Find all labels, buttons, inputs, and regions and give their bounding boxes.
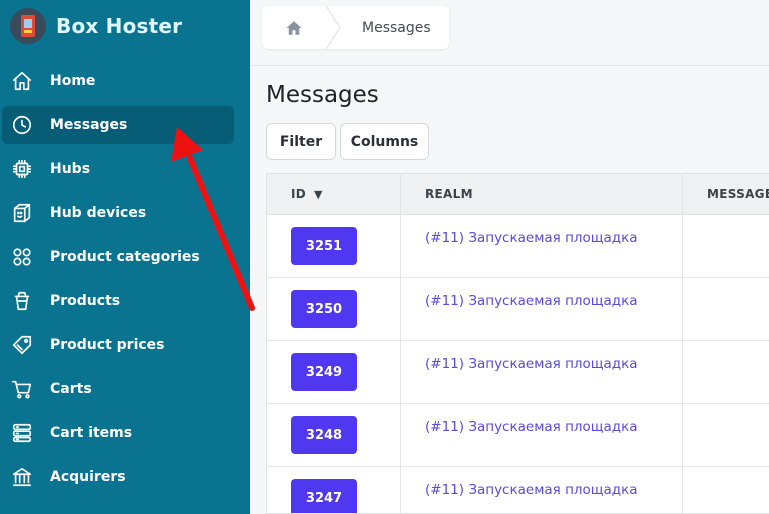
columns-button[interactable]: Columns xyxy=(340,123,429,160)
realm-link[interactable]: (#11) Запускаемая площадка xyxy=(425,356,638,372)
table-row: 3250 (#11) Запускаемая площадка xyxy=(267,278,769,341)
sidebar-item-label: Hubs xyxy=(50,161,91,177)
sidebar: Box Hoster Home Messages Hubs Hub device… xyxy=(0,0,250,514)
table-row: 3249 (#11) Запускаемая площадка xyxy=(267,341,769,404)
cart-icon xyxy=(10,377,34,401)
column-header-message[interactable]: MESSAGE I xyxy=(707,174,769,214)
column-header-realm[interactable]: REALM xyxy=(425,174,473,214)
brand[interactable]: Box Hoster xyxy=(10,8,182,44)
filter-button[interactable]: Filter xyxy=(266,123,336,160)
server-stack-icon xyxy=(10,421,34,445)
id-badge[interactable]: 3248 xyxy=(291,416,357,454)
sidebar-item-label: Messages xyxy=(50,117,128,133)
cup-icon xyxy=(10,289,34,313)
bank-icon xyxy=(10,465,34,489)
sidebar-item-cart-items[interactable]: Cart items xyxy=(0,411,250,455)
sidebar-nav: Home Messages Hubs Hub devices Product c… xyxy=(0,59,250,499)
sidebar-item-hubs[interactable]: Hubs xyxy=(0,147,250,191)
table-row: 3251 (#11) Запускаемая площадка xyxy=(267,215,769,278)
messages-table: ID ▼ REALM MESSAGE I 3251 (#11) Запускае… xyxy=(266,173,769,514)
grid-circles-icon xyxy=(10,245,34,269)
sidebar-item-label: Acquirers xyxy=(50,469,126,485)
table-row: 3247 (#11) Запускаемая площадка xyxy=(267,467,769,513)
column-header-id[interactable]: ID ▼ xyxy=(291,174,323,214)
id-badge[interactable]: 3249 xyxy=(291,353,357,391)
sidebar-item-label: Product categories xyxy=(50,249,200,265)
top-bar: Messages xyxy=(250,0,769,66)
id-badge[interactable]: 3247 xyxy=(291,479,357,513)
price-tag-icon xyxy=(10,333,34,357)
sidebar-item-label: Home xyxy=(50,73,96,89)
vending-machine-icon xyxy=(10,8,46,44)
sidebar-item-product-prices[interactable]: Product prices xyxy=(0,323,250,367)
breadcrumb-separator xyxy=(325,5,341,50)
sidebar-item-label: Carts xyxy=(50,381,92,397)
table-row: 3248 (#11) Запускаемая площадка xyxy=(267,404,769,467)
sort-desc-icon: ▼ xyxy=(314,187,323,201)
clock-icon xyxy=(10,113,34,137)
sidebar-item-acquirers[interactable]: Acquirers xyxy=(0,455,250,499)
home-icon xyxy=(286,20,302,35)
realm-link[interactable]: (#11) Запускаемая площадка xyxy=(425,419,638,435)
id-badge[interactable]: 3251 xyxy=(291,227,357,265)
sidebar-item-label: Cart items xyxy=(50,425,133,441)
realm-link[interactable]: (#11) Запускаемая площадка xyxy=(425,293,638,309)
sidebar-item-product-categories[interactable]: Product categories xyxy=(0,235,250,279)
sidebar-item-products[interactable]: Products xyxy=(0,279,250,323)
page-title: Messages xyxy=(266,82,379,108)
id-badge[interactable]: 3250 xyxy=(291,290,357,328)
realm-link[interactable]: (#11) Запускаемая площадка xyxy=(425,230,638,246)
sidebar-item-label: Product prices xyxy=(50,337,165,353)
realm-link[interactable]: (#11) Запускаемая площадка xyxy=(425,482,638,498)
breadcrumb-current: Messages xyxy=(362,19,431,36)
breadcrumb: Messages xyxy=(262,5,449,50)
sidebar-item-hub-devices[interactable]: Hub devices xyxy=(0,191,250,235)
chip-icon xyxy=(10,157,34,181)
sidebar-item-carts[interactable]: Carts xyxy=(0,367,250,411)
sidebar-item-messages[interactable]: Messages xyxy=(0,103,250,147)
box-face-icon xyxy=(10,201,34,225)
home-icon xyxy=(10,69,34,93)
sidebar-item-label: Products xyxy=(50,293,121,309)
app-title: Box Hoster xyxy=(56,14,183,38)
table-header: ID ▼ REALM MESSAGE I xyxy=(267,174,769,215)
sidebar-item-home[interactable]: Home xyxy=(0,59,250,103)
sidebar-item-label: Hub devices xyxy=(50,205,147,221)
breadcrumb-home[interactable] xyxy=(262,6,326,49)
